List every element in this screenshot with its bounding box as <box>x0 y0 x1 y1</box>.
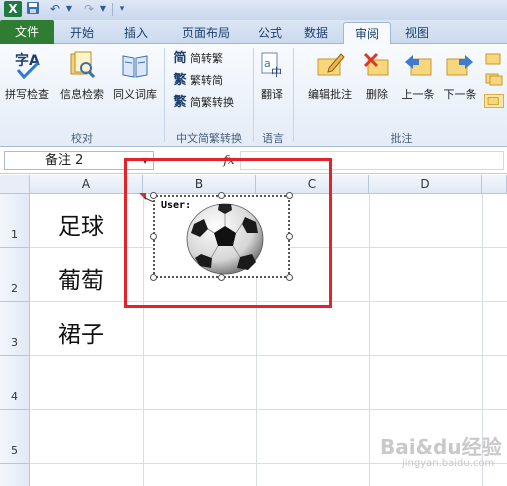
delete-comment-button[interactable]: 删除 <box>360 48 394 110</box>
spelling-icon: 字A <box>15 52 40 80</box>
simplified-convert-icon: 繁 <box>173 73 187 88</box>
column-header-d[interactable]: D <box>369 175 482 194</box>
customize-icon[interactable]: ▾ <box>116 1 128 17</box>
thesaurus-button[interactable]: 同义词库 <box>108 48 162 110</box>
ribbon-tabs: 文件 开始 插入 页面布局 公式 数据 审阅 视图 <box>0 20 507 45</box>
group-separator <box>293 48 294 142</box>
to-simplified-button[interactable]: 繁繁转简 <box>172 72 223 90</box>
highlight-box <box>124 158 332 308</box>
conversion-label: 简繁转换 <box>190 96 234 109</box>
tab-home[interactable]: 开始 <box>62 22 102 44</box>
thesaurus-icon <box>122 55 148 78</box>
show-all-comments-icon[interactable] <box>484 72 504 86</box>
to-simplified-label: 繁转简 <box>190 74 223 87</box>
watermark-sub: jingyan.baidu.com <box>402 458 495 469</box>
thesaurus-label: 同义词库 <box>113 88 157 101</box>
conversion-button[interactable]: 繁简繁转换 <box>172 94 234 112</box>
cell-a1[interactable]: 足球 <box>58 207 104 241</box>
row-header-3[interactable]: 3 <box>0 302 30 356</box>
undo-icon[interactable]: ↶ <box>46 1 64 17</box>
gridline <box>369 194 370 486</box>
undo-dropdown-icon[interactable]: ▼ <box>64 1 74 17</box>
previous-comment-icon <box>405 55 432 76</box>
translate-icon: a中 <box>261 52 282 79</box>
tab-data[interactable]: 数据 <box>298 22 334 44</box>
research-button[interactable]: 信息检索 <box>56 48 108 110</box>
conversion-icon: 繁 <box>173 95 187 110</box>
edit-comment-button[interactable]: 编辑批注 <box>300 48 360 110</box>
translate-button[interactable]: a中 翻译 <box>254 48 290 110</box>
tab-insert[interactable]: 插入 <box>116 22 156 44</box>
row-header-1[interactable]: 1 <box>0 194 30 248</box>
row-header-4[interactable]: 4 <box>0 356 30 410</box>
delete-comment-icon <box>363 52 389 76</box>
tab-page-layout[interactable]: 页面布局 <box>166 22 246 44</box>
tab-file[interactable]: 文件 <box>0 20 54 44</box>
next-comment-button[interactable]: 下一条 <box>440 48 480 110</box>
previous-comment-button[interactable]: 上一条 <box>398 48 438 110</box>
save-icon[interactable] <box>24 1 42 17</box>
row-header-5[interactable]: 5 <box>0 410 30 464</box>
svg-text:a: a <box>264 57 271 70</box>
to-traditional-label: 简转繁 <box>190 52 223 65</box>
svg-text:中: 中 <box>271 66 282 79</box>
title-bar: X ↶ ▼ ↷ ▼ ▾ <box>0 0 507 20</box>
quick-access-separator <box>112 3 113 16</box>
cell-a3[interactable]: 裙子 <box>58 315 104 349</box>
proofing-group-label: 校对 <box>71 132 93 145</box>
comments-group-label: 批注 <box>390 132 413 145</box>
watermark: Bai&du经验 jingyan.baidu.com <box>380 431 505 481</box>
translate-label: 翻译 <box>261 88 283 101</box>
cell-a2[interactable]: 葡萄 <box>58 261 104 295</box>
show-ink-icon[interactable] <box>484 94 504 108</box>
edit-comment-icon <box>317 53 345 76</box>
gridline <box>30 355 507 356</box>
language-group-label: 语言 <box>262 132 284 145</box>
redo-dropdown-icon[interactable]: ▼ <box>98 1 108 17</box>
show-comment-icon[interactable] <box>484 52 504 66</box>
tab-formulas[interactable]: 公式 <box>250 22 290 44</box>
to-traditional-button[interactable]: 简简转繁 <box>172 50 223 68</box>
row-header-6[interactable] <box>0 464 30 486</box>
redo-icon[interactable]: ↷ <box>80 1 98 17</box>
watermark-main: Bai&du经验 <box>380 435 502 459</box>
tab-review[interactable]: 审阅 <box>343 22 391 45</box>
ribbon: 字A 拼写检查 信息检索 同义词库 校对 简简转繁 繁繁转简 繁简繁转换 中文简… <box>0 44 507 147</box>
spelling-label: 拼写检查 <box>5 88 49 101</box>
column-header-e[interactable] <box>482 175 507 194</box>
spelling-button[interactable]: 字A 拼写检查 <box>0 48 54 110</box>
select-all-corner[interactable] <box>0 175 30 194</box>
traditional-convert-icon: 简 <box>173 51 187 66</box>
tab-view[interactable]: 视图 <box>397 22 437 44</box>
edit-comment-label: 编辑批注 <box>308 88 352 101</box>
excel-logo-icon[interactable]: X <box>4 1 22 17</box>
research-label: 信息检索 <box>60 88 104 101</box>
group-separator <box>164 48 165 142</box>
delete-comment-label: 删除 <box>366 88 388 101</box>
previous-comment-label: 上一条 <box>401 88 435 101</box>
chinese-conversion-group-label: 中文简繁转换 <box>176 132 242 145</box>
row-header-2[interactable]: 2 <box>0 248 30 302</box>
research-icon <box>70 51 96 79</box>
next-comment-label: 下一条 <box>443 88 477 101</box>
next-comment-icon <box>446 55 473 76</box>
gridline <box>30 409 507 410</box>
